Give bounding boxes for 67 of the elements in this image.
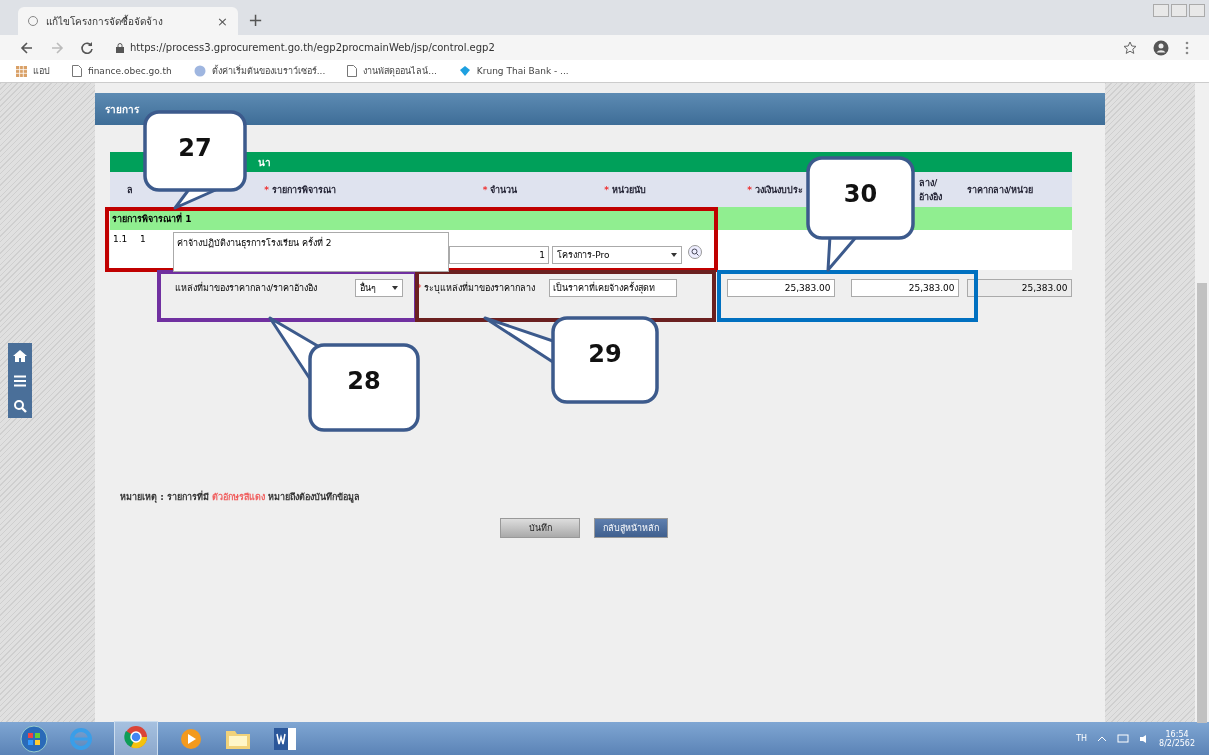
caret-icon [392,285,398,290]
column-label: ลาง/ อ้างอิง [919,177,942,202]
required-mark: * [604,184,609,195]
panel-title: รายการ [105,102,139,117]
column-label: หน่วยนับ [611,184,646,195]
source-detail-field[interactable]: เป็นราคาที่เคยจ้างครั้งสุดท [548,278,677,297]
network-icon[interactable] [1117,733,1130,744]
menu-icon[interactable] [1185,40,1189,55]
star-icon[interactable] [1123,40,1137,55]
column-label: ล [127,184,133,195]
tab-title: แก้ไขโครงการจัดซื้อจัดจ้าง [46,13,164,29]
bookmark[interactable]: Krung Thai Bank - ... [458,65,569,77]
window-controls-icon[interactable] [1153,4,1205,17]
clock-time: 16:54 [1165,729,1189,739]
unit-price-field: 25,383.00 [966,278,1072,297]
round-browser-icon[interactable] [123,723,149,750]
globe-icon [193,65,206,77]
page-icon [72,65,82,77]
bookmark[interactable]: ตั้งค่าเริ่มต้นของเบราว์เซอร์... [193,64,326,78]
callout-number: 29 [587,340,623,368]
bookmark[interactable]: แอป [16,64,50,78]
description-field[interactable]: ค่าจ้างปฏิบัติงานธุรการโรงเรียน ครั้งที่ 2 [173,232,449,272]
column-label: ราคากลาง/หน่วย [966,184,1034,195]
menu-icon[interactable] [13,373,27,388]
home-icon[interactable] [12,348,28,363]
column-label: รายการพิจารณา [271,184,336,195]
document-w-icon[interactable] [272,725,298,752]
callout-number: 28 [346,367,382,395]
source-select[interactable]: อื่นๆ [355,278,403,297]
callout-number: 27 [177,134,213,162]
tab-close-button[interactable]: × [217,13,228,29]
bank-logo-icon [458,65,471,77]
bookmark[interactable]: งานพัสดุออนไลน์... [347,64,437,78]
note-text: หมายเหตุ : รายการที่มี ตัวอักษรสีแดง หมายถึงต้องบันทึกข้อมูล [120,490,362,504]
callout-number: 30 [842,180,879,208]
caret-icon [671,253,677,257]
budget-field[interactable]: 25,383.00 [726,278,835,297]
bookmark[interactable]: finance.obec.go.th [72,65,172,77]
search-icon[interactable] [13,398,27,413]
item-number: 1.1 [113,234,129,244]
column-label: วงเงินงบประ [754,184,803,195]
apps-grid-icon [16,65,27,77]
field-label: แหล่งที่มาของราคากลาง/ราคาอ้างอิง [175,281,319,295]
search-button[interactable] [688,245,702,259]
column-label: จำนวน [490,184,518,195]
reload-icon[interactable] [80,40,94,55]
lock-icon [116,42,124,53]
sequence-number: 1 [140,234,147,244]
unit-select[interactable]: โครงการ-Pro [552,246,682,264]
page-icon [347,65,358,77]
clock-date: 8/2/2562 [1159,738,1195,748]
section-title: นา [258,155,271,170]
back-button[interactable]: กลับสู่หน้าหลัก [594,518,668,538]
account-icon[interactable] [1153,39,1169,56]
group-title: รายการพิจารณาที่ 1 [112,211,192,226]
quantity-field[interactable]: 1 [449,246,549,264]
save-button[interactable]: บันทึก [500,518,580,538]
required-mark: * [264,184,269,195]
start-button[interactable] [20,724,48,753]
back-icon[interactable] [20,40,34,55]
required-mark: * [482,184,488,195]
required-mark: * [747,184,752,195]
browser-tab[interactable]: แก้ไขโครงการจัดซื้อจัดจ้าง × [18,7,238,35]
reference-price-field[interactable]: 25,383.00 [850,278,959,297]
field-label: ระบุแหล่งที่มาของราคากลาง [423,281,536,295]
scrollbar[interactable] [1195,83,1209,722]
new-tab-button[interactable]: + [248,9,264,30]
